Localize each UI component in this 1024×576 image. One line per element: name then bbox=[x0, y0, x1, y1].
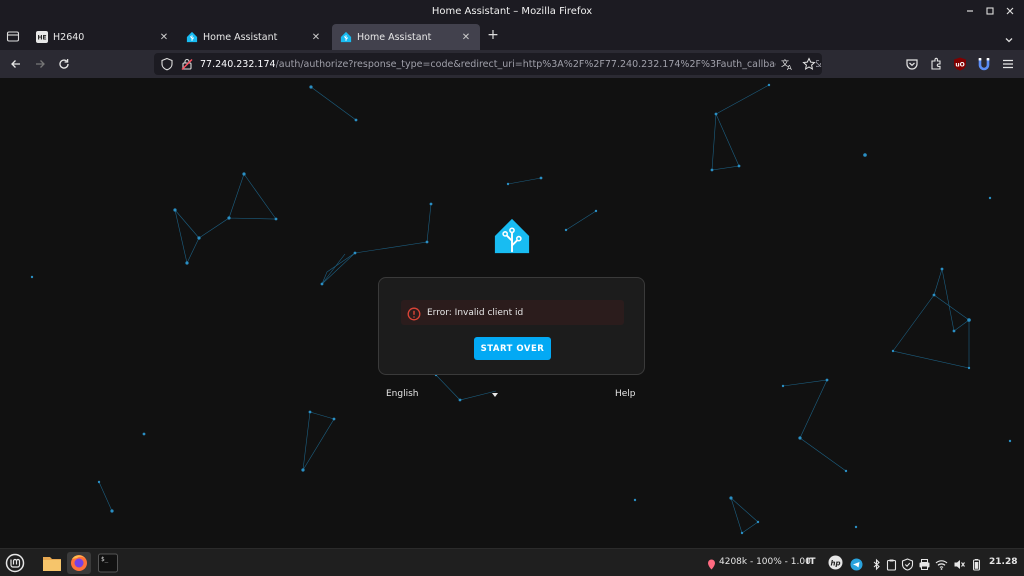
home-assistant-favicon bbox=[186, 31, 198, 43]
reload-icon[interactable] bbox=[56, 56, 72, 72]
lock-warning-icon[interactable] bbox=[180, 57, 194, 71]
svg-text:HE: HE bbox=[37, 35, 46, 42]
battery-icon[interactable] bbox=[970, 556, 983, 571]
error-icon bbox=[407, 306, 421, 320]
chevron-down-icon[interactable] bbox=[1004, 30, 1014, 43]
login-page: Error: Invalid client id START OVER Engl… bbox=[0, 78, 1024, 548]
network-monitor-icon[interactable] bbox=[705, 556, 718, 570]
window-title: Home Assistant – Mozilla Firefox bbox=[431, 5, 593, 17]
dropdown-caret-icon bbox=[492, 393, 498, 397]
tab-label: Home Assistant bbox=[203, 31, 278, 43]
bookmark-star-icon[interactable] bbox=[802, 57, 816, 74]
back-icon[interactable] bbox=[8, 56, 24, 72]
maximize-icon[interactable] bbox=[982, 3, 998, 19]
magnet-icon[interactable] bbox=[976, 56, 992, 72]
error-alert: Error: Invalid client id bbox=[401, 300, 624, 325]
translate-icon[interactable]: 文A bbox=[780, 57, 794, 74]
tab-label: Home Assistant bbox=[357, 31, 432, 43]
volume-muted-icon[interactable] bbox=[953, 556, 966, 569]
firefox-icon[interactable] bbox=[67, 552, 91, 574]
svg-text:$_: $_ bbox=[101, 556, 109, 563]
url-bar[interactable]: 77.240.232.174/auth/authorize?response_t… bbox=[154, 53, 822, 75]
keyboard-layout[interactable]: IT bbox=[806, 557, 816, 567]
tab-close-icon[interactable]: ✕ bbox=[158, 32, 170, 43]
shield-icon[interactable] bbox=[160, 57, 174, 71]
language-value: English bbox=[386, 389, 419, 399]
url-path: /auth/authorize?response_type=code&redir… bbox=[275, 58, 822, 70]
language-select[interactable]: English bbox=[386, 389, 500, 403]
window-titlebar: Home Assistant – Mozilla Firefox bbox=[0, 0, 1024, 22]
home-assistant-favicon bbox=[340, 31, 352, 43]
tab-home-assistant-1[interactable]: Home Assistant ✕ bbox=[178, 24, 330, 50]
terminal-icon[interactable]: $_ bbox=[97, 552, 119, 574]
network-status: 4208k - 100% - 1.00 bbox=[719, 557, 811, 567]
help-link[interactable]: Help bbox=[615, 389, 636, 399]
system-taskbar: $_ 4208k - 100% - 1.00 IT hp 21.28 bbox=[0, 548, 1024, 576]
navigation-toolbar: 77.240.232.174/auth/authorize?response_t… bbox=[0, 50, 1024, 78]
hp-printer-icon[interactable]: hp bbox=[828, 555, 843, 570]
new-tab-icon[interactable]: + bbox=[486, 28, 500, 44]
shield-check-icon[interactable] bbox=[901, 556, 914, 571]
menu-icon[interactable] bbox=[1000, 56, 1016, 72]
wifi-icon[interactable] bbox=[935, 556, 948, 570]
tab-close-icon[interactable]: ✕ bbox=[310, 32, 322, 43]
ublock-icon[interactable]: uO bbox=[952, 56, 968, 72]
firefox-view-icon[interactable] bbox=[5, 28, 21, 44]
home-assistant-logo bbox=[493, 217, 531, 255]
tab-label: H2640 bbox=[53, 31, 85, 43]
mint-menu-icon[interactable] bbox=[4, 552, 26, 574]
extensions-icon[interactable] bbox=[928, 56, 944, 72]
tab-home-assistant-active[interactable]: Home Assistant ✕ bbox=[332, 24, 480, 50]
clipboard-icon[interactable] bbox=[885, 556, 898, 571]
telegram-icon[interactable] bbox=[850, 556, 863, 571]
tab-strip: HE H2640 ✕ Home Assistant ✕ Home Assista… bbox=[0, 22, 1024, 50]
tab-h2640[interactable]: HE H2640 ✕ bbox=[28, 24, 178, 50]
bluetooth-icon[interactable] bbox=[870, 556, 883, 571]
h2640-favicon: HE bbox=[36, 31, 48, 43]
svg-text:uO: uO bbox=[955, 62, 964, 69]
forward-icon[interactable] bbox=[32, 56, 48, 72]
close-icon[interactable] bbox=[1002, 3, 1018, 19]
login-card: Error: Invalid client id START OVER bbox=[378, 277, 645, 375]
svg-text:hp: hp bbox=[831, 560, 841, 568]
pocket-icon[interactable] bbox=[904, 56, 920, 72]
clock[interactable]: 21.28 bbox=[989, 557, 1017, 567]
screen: Home Assistant – Mozilla Firefox HE H264… bbox=[0, 0, 1024, 576]
minimize-icon[interactable] bbox=[962, 3, 978, 19]
error-message: Error: Invalid client id bbox=[427, 307, 524, 318]
start-over-button[interactable]: START OVER bbox=[474, 337, 551, 360]
tab-close-icon[interactable]: ✕ bbox=[460, 32, 472, 43]
files-icon[interactable] bbox=[41, 552, 63, 574]
url-host: 77.240.232.174 bbox=[200, 58, 276, 70]
svg-text:A: A bbox=[787, 64, 792, 71]
printer-icon[interactable] bbox=[918, 556, 931, 570]
